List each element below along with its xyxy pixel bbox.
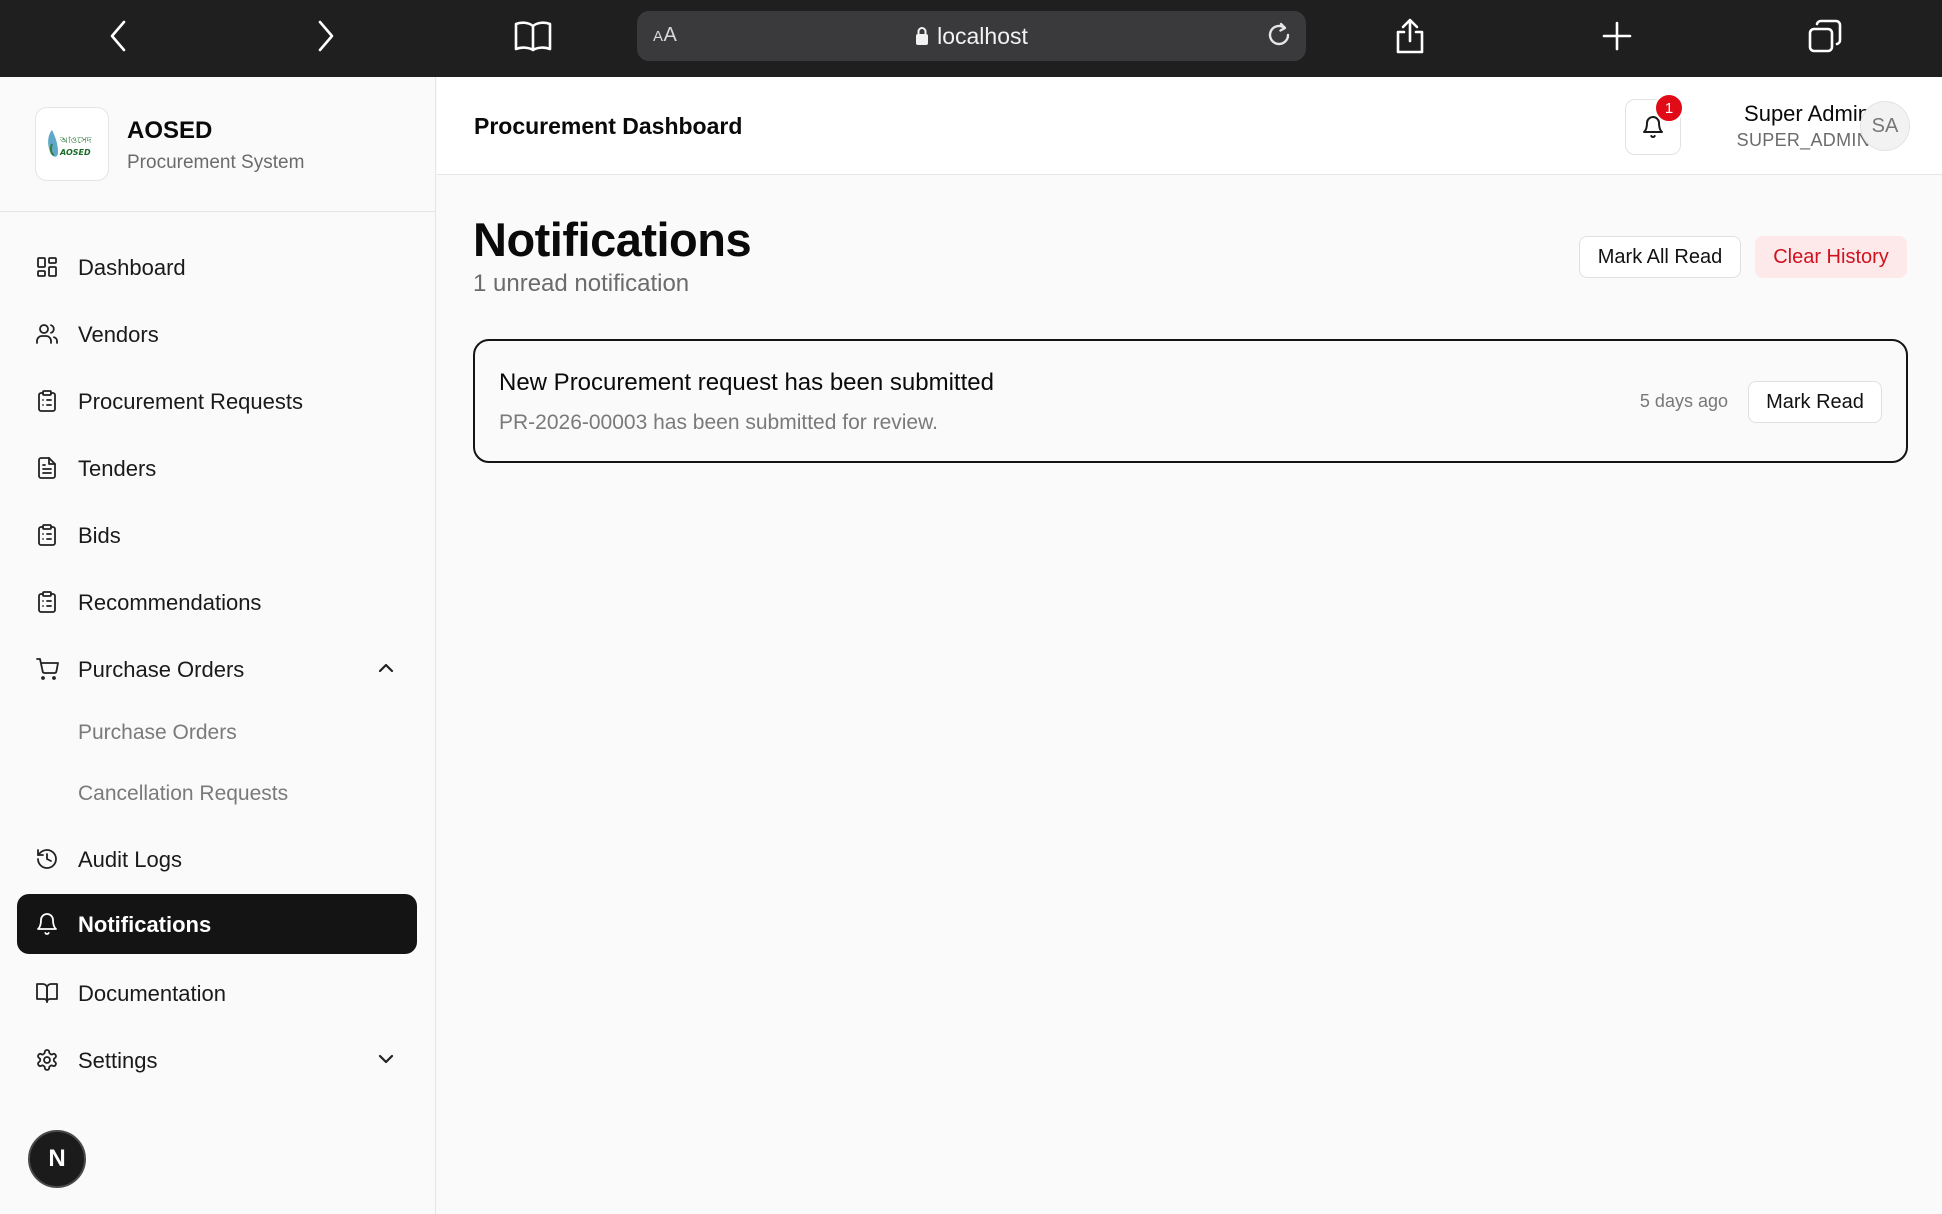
sidebar-item-label: Audit Logs: [78, 847, 182, 872]
sidebar-item-vendors[interactable]: Vendors: [17, 304, 417, 364]
tabs-icon: [1808, 19, 1842, 53]
sidebar-item-label: Procurement Requests: [78, 389, 303, 414]
page-title: Procurement Dashboard: [474, 113, 743, 139]
notification-body: PR-2026-00003 has been submitted for rev…: [499, 411, 938, 434]
notification-count-badge: 1: [1654, 93, 1684, 123]
chevron-up-icon[interactable]: [375, 657, 397, 684]
browser-toolbar: AA localhost: [0, 0, 1942, 77]
unread-count-text: 1 unread notification: [473, 270, 690, 297]
users-icon: [35, 322, 59, 346]
brand-subtitle: Procurement System: [127, 152, 305, 173]
sidebar-item-dashboard[interactable]: Dashboard: [17, 237, 417, 297]
chevron-right-icon: [318, 20, 334, 52]
chevron-down-icon[interactable]: [375, 1048, 397, 1075]
notification-card: New Procurement request has been submitt…: [473, 339, 1908, 463]
user-role: SUPER_ADMIN: [1736, 130, 1870, 150]
avatar[interactable]: SA: [1860, 101, 1910, 151]
new-tab-button[interactable]: [1592, 14, 1642, 58]
clipboard-list-icon: [35, 590, 59, 614]
svg-text:AOSED: AOSED: [59, 148, 91, 157]
clipboard-list-icon: [35, 523, 59, 547]
sidebar-item-purchase-orders[interactable]: Purchase Orders: [17, 639, 417, 699]
forward-button[interactable]: [300, 14, 350, 58]
bookmarks-button[interactable]: [508, 14, 558, 58]
share-button[interactable]: [1385, 14, 1435, 58]
book-open-icon: [35, 981, 59, 1005]
sidebar-item-label: Vendors: [78, 322, 159, 347]
sidebar-item-documentation[interactable]: Documentation: [17, 963, 417, 1023]
sidebar-subitem-cancellation-requests[interactable]: Cancellation Requests: [78, 782, 288, 806]
sidebar-item-label: Tenders: [78, 456, 157, 481]
sidebar-item-audit-logs[interactable]: Audit Logs: [17, 829, 417, 889]
notification-title: New Procurement request has been submitt…: [499, 369, 994, 396]
sidebar-item-label: Recommendations: [78, 590, 262, 615]
sidebar: আওসেদ AOSED AOSED Procurement System Das…: [0, 77, 436, 1214]
sidebar-item-settings[interactable]: Settings: [17, 1030, 417, 1090]
sidebar-item-label: Settings: [78, 1048, 158, 1073]
top-header: Procurement Dashboard 1 Super Admin SUPE…: [437, 77, 1942, 175]
back-button[interactable]: [94, 14, 144, 58]
gear-icon: [35, 1048, 59, 1072]
bell-icon: [35, 912, 59, 936]
user-name: Super Admin: [1744, 101, 1870, 126]
clear-history-button[interactable]: Clear History: [1755, 236, 1907, 278]
brand-header: আওসেদ AOSED AOSED Procurement System: [0, 77, 435, 212]
history-icon: [35, 847, 59, 871]
shopping-cart-icon: [35, 657, 59, 681]
brand-logo: আওসেদ AOSED: [35, 107, 109, 181]
sidebar-item-label: Documentation: [78, 981, 226, 1006]
chevron-left-icon: [110, 20, 126, 52]
sidebar-subitem-purchase-orders[interactable]: Purchase Orders: [78, 721, 237, 745]
sidebar-item-notifications[interactable]: Notifications: [17, 894, 417, 954]
file-text-icon: [35, 456, 59, 480]
sidebar-item-tenders[interactable]: Tenders: [17, 438, 417, 498]
svg-text:আওসেদ: আওসেদ: [59, 136, 92, 146]
book-icon: [514, 21, 552, 52]
notifications-heading: Notifications: [473, 213, 752, 266]
mark-all-read-button[interactable]: Mark All Read: [1579, 236, 1741, 278]
clipboard-list-icon: [35, 389, 59, 413]
plus-icon: [1602, 21, 1632, 51]
brand-title: AOSED: [127, 117, 213, 144]
sidebar-item-label: Purchase Orders: [78, 657, 245, 682]
sidebar-item-procurement-requests[interactable]: Procurement Requests: [17, 371, 417, 431]
sidebar-item-label: Notifications: [78, 912, 212, 937]
reload-button[interactable]: [1264, 20, 1294, 55]
sidebar-item-bids[interactable]: Bids: [17, 505, 417, 565]
dev-tools-badge[interactable]: N: [28, 1130, 86, 1188]
share-icon: [1396, 18, 1424, 54]
reload-icon: [1268, 22, 1290, 46]
address-bar[interactable]: AA localhost: [637, 11, 1306, 61]
sidebar-item-label: Dashboard: [78, 255, 186, 280]
notification-time: 5 days ago: [1639, 391, 1728, 411]
lock-icon: [915, 25, 929, 52]
url-text: localhost: [937, 23, 1028, 49]
sidebar-item-recommendations[interactable]: Recommendations: [17, 572, 417, 632]
layout-grid-icon: [35, 255, 59, 279]
tabs-overview-button[interactable]: [1800, 14, 1850, 58]
sidebar-item-label: Bids: [78, 523, 121, 548]
mark-read-button[interactable]: Mark Read: [1748, 381, 1882, 423]
